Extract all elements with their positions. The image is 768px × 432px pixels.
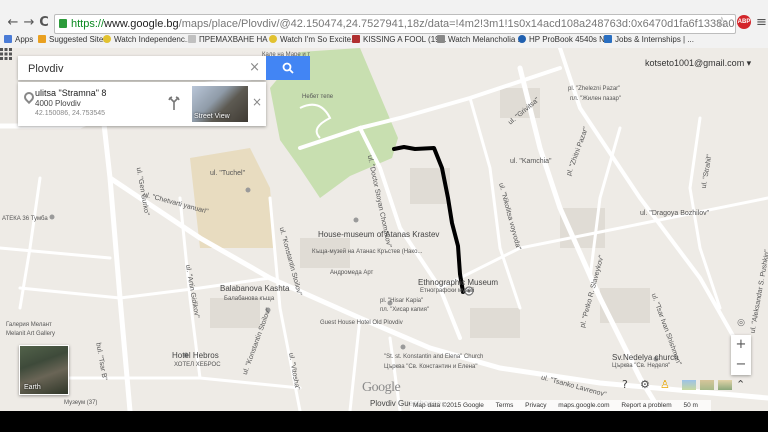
bookmark-item[interactable]: ПРЕМАХВАНЕ НА К <box>188 35 275 45</box>
map-label: пл. "Хисар капия" <box>380 307 429 313</box>
map-label-poi: Hotel Hebros <box>172 351 219 360</box>
imagery-thumbnail-icon[interactable] <box>700 380 714 390</box>
bookmark-favicon-icon <box>269 35 277 43</box>
street-view-thumbnail[interactable]: Street View <box>192 86 248 122</box>
map-label-poi: House-museum of Atanas Krastev <box>318 230 440 239</box>
maps-url-link[interactable]: maps.google.com <box>558 402 609 409</box>
map-label: Музеум (37) <box>64 400 98 406</box>
map-label-poi: Ethnographic Museum <box>418 278 499 287</box>
bookmark-favicon-icon <box>437 35 445 43</box>
map-label-street: ul. "Tuchel" <box>210 170 246 177</box>
map-label-poi: Етнографски музей <box>420 288 475 294</box>
zoom-in-button[interactable]: + <box>731 335 751 355</box>
map-tools: ? ⚙ ♙ ⌃ <box>620 376 760 394</box>
earth-label: Earth <box>24 384 41 391</box>
bookmark-favicon-icon <box>518 35 526 43</box>
map-label-poi: Balabanova Kashta <box>220 284 290 293</box>
bookmarks-bar: Apps Suggested Sites Watch Independenc..… <box>0 32 768 48</box>
zoom-control: + − <box>731 335 751 375</box>
map-label-poi: "St. st. Konstantin and Elena" Church <box>384 354 484 360</box>
bookmark-star-icon[interactable]: ☆ <box>716 14 728 32</box>
map-label-poi: Балабанова къща <box>224 296 275 302</box>
report-problem-link[interactable]: Report a problem <box>621 402 671 409</box>
browser-toolbar: ← → C https://www.google.bg/maps/place/P… <box>0 0 768 49</box>
map-label: pl. "Hisar Kapia" <box>380 298 424 304</box>
adblock-icon[interactable]: ABP <box>737 15 751 29</box>
url-path: /maps/place/Plovdiv/@42.150474,24.752794… <box>178 18 736 30</box>
bookmark-item[interactable]: HP ProBook 4540s N... <box>518 35 612 45</box>
zoom-out-button[interactable]: − <box>731 355 751 375</box>
map-label-poi: ХОТЕЛ ХЕБРОС <box>174 362 221 368</box>
bookmark-favicon-icon <box>103 35 111 43</box>
map-label-poi: Църква "Св. Константин и Елена" <box>384 364 478 370</box>
map-label-poi: Guest House Hotel Old Plovdiv <box>320 320 403 326</box>
bookmark-favicon-icon <box>188 35 196 43</box>
street-view-label: Street View <box>194 113 230 120</box>
back-button[interactable]: ← <box>6 16 20 30</box>
help-icon[interactable]: ? <box>622 378 628 392</box>
chrome-menu-icon[interactable]: ≡ <box>756 14 767 32</box>
apps-grid-icon <box>4 35 12 43</box>
location-pin-icon <box>21 89 37 105</box>
forward-button[interactable]: → <box>22 16 36 30</box>
bookmark-favicon-icon <box>604 35 612 43</box>
url-protocol: https:// <box>71 18 105 30</box>
bookmark-item[interactable]: Jobs & Internships | ... <box>604 35 694 45</box>
search-button[interactable] <box>266 56 310 80</box>
map-label-street: ul. "Dragoya Bozhilov" <box>640 210 710 217</box>
account-menu[interactable]: kotseto1001@gmail.com ▾ <box>645 58 751 69</box>
search-input[interactable] <box>26 59 250 79</box>
apps-grid-icon[interactable] <box>0 48 12 60</box>
clear-search-icon[interactable]: × <box>249 60 260 76</box>
privacy-link[interactable]: Privacy <box>525 402 546 409</box>
url-domain: www.google.bg <box>104 18 179 30</box>
directions-icon[interactable] <box>168 96 180 110</box>
map-footer: Map data ©2015 Google Terms Privacy maps… <box>410 400 711 411</box>
google-logo: Google <box>362 380 401 395</box>
map-label: pl. "Zhelezni Pazar" <box>568 86 621 92</box>
bookmark-favicon-icon <box>38 35 46 43</box>
imagery-thumbnail-icon[interactable] <box>682 380 696 390</box>
reload-button[interactable]: C <box>37 16 51 30</box>
map-label-poi: Sv.Nedelya church <box>612 353 679 362</box>
terms-link[interactable]: Terms <box>496 402 514 409</box>
map-label-poi: Къща-музей на Атанас Кръстев (Нако... <box>312 249 423 255</box>
bookmark-favicon-icon <box>352 35 360 43</box>
map-label-poi: Църква "Св. Неделя" <box>612 363 671 369</box>
scale-label: 50 m <box>683 402 698 409</box>
expand-icon[interactable]: ⌃ <box>736 378 745 392</box>
bottom-black-bar <box>0 411 768 432</box>
bookmark-item[interactable]: Watch Melancholia ... <box>437 35 524 45</box>
close-card-icon[interactable]: × <box>252 94 262 110</box>
search-box: × <box>18 56 266 80</box>
map-canvas[interactable]: Небет тепе Кале на Маре и т ul. "Grivits… <box>0 48 768 411</box>
place-address-line1: ulitsa "Stramna" 8 <box>35 88 107 98</box>
map-label-street: ul. "Kamchia" <box>510 158 552 165</box>
address-bar[interactable]: https://www.google.bg/maps/place/Plovdiv… <box>54 14 736 34</box>
map-label-poi: Галерия Мелант <box>6 322 52 328</box>
place-coordinates: 42.150086, 24.753545 <box>35 110 106 117</box>
bookmark-item[interactable]: Watch I'm So Excite... <box>269 35 358 45</box>
bookmark-item[interactable]: KISSING A FOOL (19... <box>352 35 446 45</box>
lock-icon <box>59 19 67 28</box>
map-label-nebet-tepe: Небет тепе <box>302 94 334 100</box>
bookmark-item[interactable]: Watch Independenc... <box>103 35 192 45</box>
map-label: пл. "Жилен пазар" <box>570 96 621 102</box>
map-label-poi: Melanit Art Gallery <box>6 331 56 337</box>
pegman-icon[interactable]: ♙ <box>660 378 670 392</box>
map-data-credit: Map data ©2015 Google <box>413 402 484 409</box>
my-location-icon[interactable]: ◎ <box>733 318 749 332</box>
map-label-poi: АТЕКА 36 Тумба <box>2 216 48 222</box>
place-card[interactable]: ulitsa "Stramna" 8 4000 Plovdiv 42.15008… <box>18 82 266 126</box>
imagery-thumbnail-icon[interactable] <box>718 380 732 390</box>
bookmark-item[interactable]: Suggested Sites <box>38 35 107 45</box>
earth-toggle[interactable]: Earth <box>19 345 69 395</box>
place-address-line2: 4000 Plovdiv <box>35 99 81 108</box>
settings-icon[interactable]: ⚙ <box>640 378 650 392</box>
map-label-poi: Андромеда Арт <box>330 270 374 276</box>
bookmark-apps[interactable]: Apps <box>4 35 33 45</box>
search-icon <box>282 62 294 74</box>
